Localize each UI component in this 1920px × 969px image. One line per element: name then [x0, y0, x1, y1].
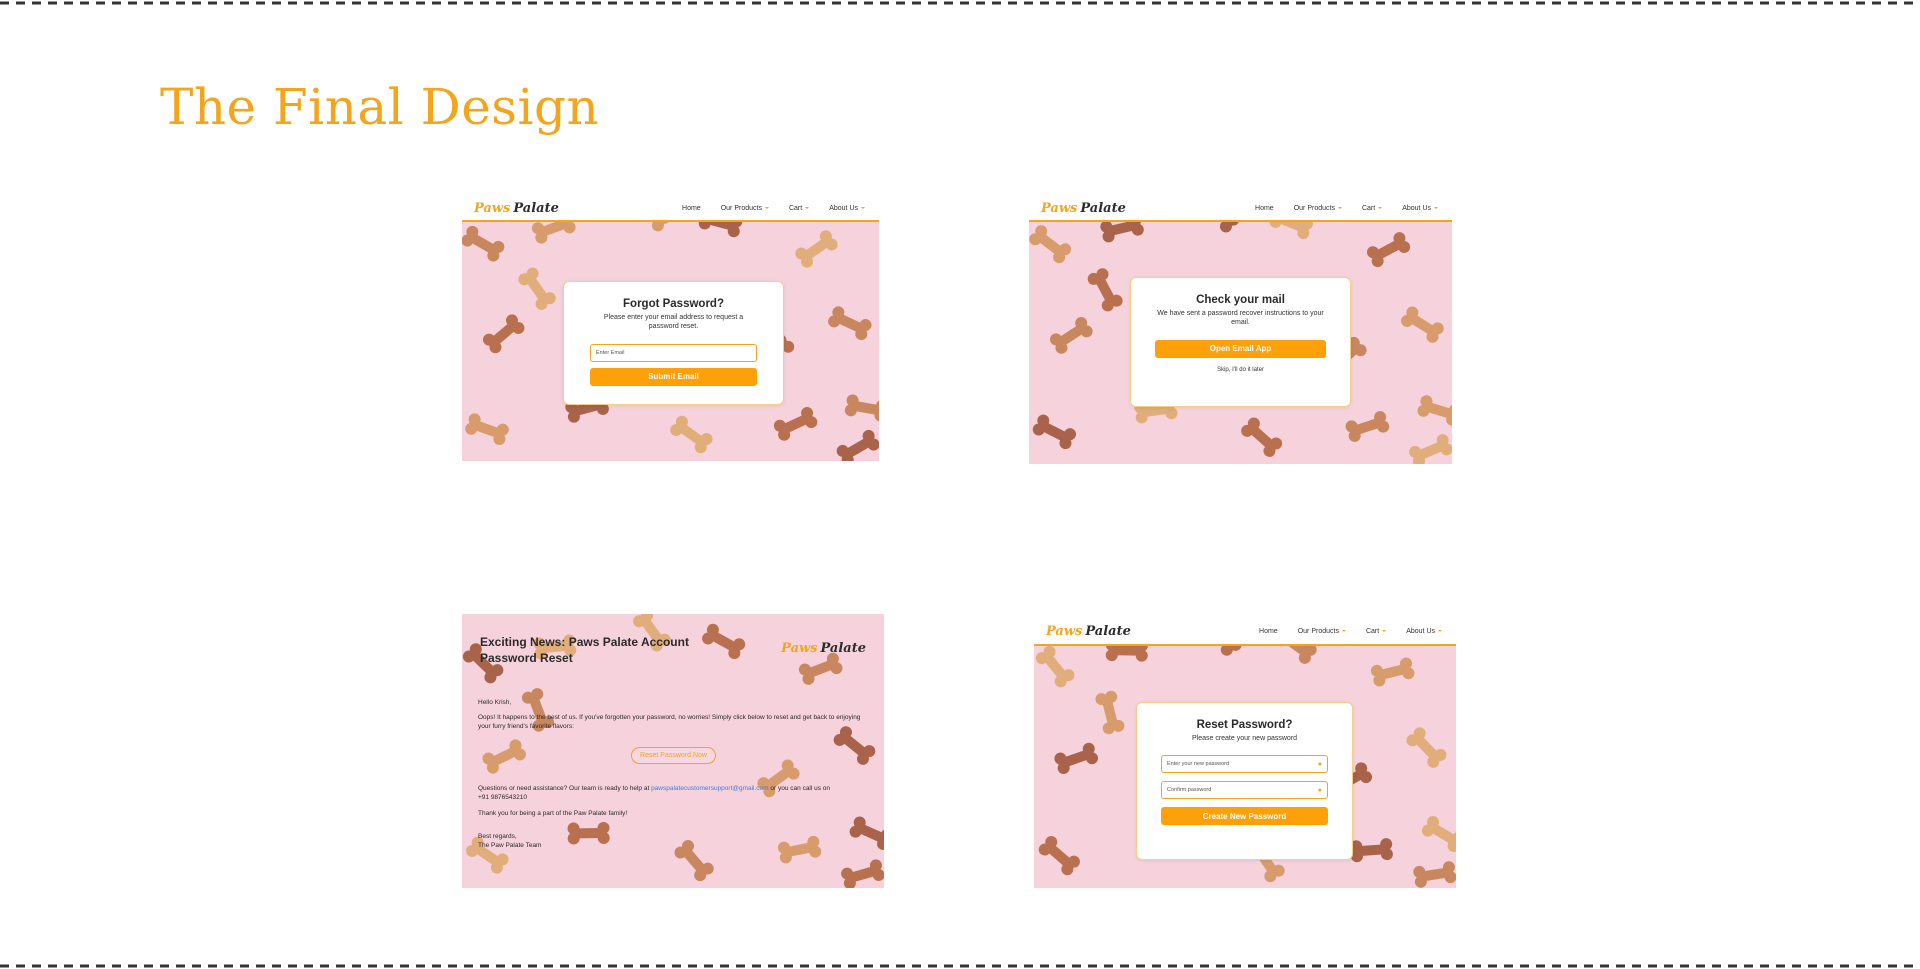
- bone-treat: [482, 739, 526, 774]
- submit-email-button[interactable]: Submit Email: [590, 367, 757, 386]
- support-phone: +91 9876543210: [478, 794, 527, 802]
- bone-treat: [1417, 395, 1452, 426]
- bone-treat: [1241, 417, 1283, 457]
- bone-treat: [518, 267, 556, 310]
- forgot-password-description: Please enter your email address to reque…: [603, 314, 744, 331]
- reset-email-screen: Exciting News: Paws Palate Account Passw…: [462, 614, 884, 888]
- bone-treat: [1095, 690, 1125, 735]
- email-signoff: Best regards,: [478, 833, 517, 841]
- chevron-down-icon: [764, 207, 769, 209]
- nav-cart[interactable]: Cart: [1366, 628, 1387, 635]
- bone-treat: [1087, 268, 1123, 312]
- skip-link[interactable]: Skip, I'll do it later: [1151, 366, 1330, 374]
- bone-treat: [844, 394, 879, 422]
- paws-palate-logo[interactable]: Paws Palate: [474, 201, 559, 216]
- nav-cart[interactable]: Cart: [789, 205, 810, 212]
- bone-treat: [1054, 742, 1099, 775]
- chevron-down-icon: [1337, 207, 1342, 209]
- page-title: The Final Design: [160, 78, 600, 136]
- email-greeting: Hello Krish,: [478, 699, 512, 706]
- confirm-password-input[interactable]: Confirm password ●: [1161, 781, 1328, 800]
- paws-palate-logo: Paws Palate: [781, 641, 866, 656]
- nav-cart[interactable]: Cart: [1362, 205, 1383, 212]
- nav-home[interactable]: Home: [1259, 628, 1278, 635]
- chevron-down-icon: [1382, 630, 1387, 632]
- bone-treat: [1401, 306, 1444, 343]
- email-thanks: Thank you for being a part of the Paw Pa…: [478, 810, 628, 818]
- bone-treat: [702, 623, 746, 660]
- bone-treat: [1029, 225, 1072, 264]
- bone-treat: [1049, 316, 1093, 354]
- bone-treat: [482, 314, 525, 354]
- bone-treat: [1350, 838, 1393, 863]
- eye-icon[interactable]: ●: [1318, 787, 1322, 794]
- reset-password-heading: Reset Password?: [1196, 719, 1293, 731]
- nav-home[interactable]: Home: [1255, 205, 1274, 212]
- bone-treat: [773, 407, 818, 441]
- open-email-app-button[interactable]: Open Email App: [1155, 339, 1326, 358]
- site-navbar: Paws Palate Home Our Products Cart About …: [1034, 618, 1456, 646]
- email-body: Oops! It happens to the best of us. If y…: [478, 714, 861, 731]
- nav-our-products[interactable]: Our Products: [1294, 205, 1342, 212]
- forgot-password-screen: Paws Palate Home Our Products Cart About …: [462, 196, 879, 461]
- bone-treat: [828, 306, 872, 341]
- forgot-password-card: Forgot Password? Please enter your email…: [563, 281, 784, 405]
- eye-icon[interactable]: ●: [1318, 761, 1322, 768]
- reset-password-description: Please create your new password: [1191, 735, 1298, 742]
- bone-treat: [1366, 232, 1411, 268]
- forgot-password-heading: Forgot Password?: [623, 298, 724, 310]
- create-new-password-button[interactable]: Create New Password: [1161, 807, 1328, 826]
- bone-treat: [836, 429, 879, 461]
- bone-treat: [1038, 835, 1080, 876]
- nav-about-us[interactable]: About Us: [1402, 205, 1438, 212]
- bone-treat: [1370, 657, 1415, 687]
- email-title: Exciting News: Paws Palate Account Passw…: [480, 635, 689, 666]
- bone-treat: [795, 230, 838, 268]
- bone-treat: [798, 652, 843, 685]
- bone-treat: [1413, 861, 1456, 888]
- chevron-down-icon: [861, 207, 865, 209]
- bone-treat: [670, 415, 713, 454]
- paws-palate-logo[interactable]: Paws Palate: [1046, 624, 1131, 639]
- check-mail-heading: Check your mail: [1196, 294, 1285, 306]
- chevron-down-icon: [1341, 630, 1346, 632]
- bone-treat: [465, 413, 509, 446]
- nav-home[interactable]: Home: [682, 205, 701, 212]
- email-team: The Paw Palate Team: [478, 842, 542, 850]
- nav-about-us[interactable]: About Us: [1406, 628, 1442, 635]
- bone-treat: [841, 859, 884, 888]
- check-mail-card: Check your mail We have sent a password …: [1130, 277, 1351, 407]
- bone-treat: [462, 225, 505, 262]
- email-help-text: Questions or need assistance? Our team i…: [478, 785, 831, 792]
- bone-treat: [1406, 727, 1447, 768]
- chevron-down-icon: [1434, 207, 1438, 209]
- site-navbar: Paws Palate Home Our Products Cart About …: [462, 196, 879, 222]
- top-dashed-border: [0, 0, 1920, 6]
- check-mail-description: We have sent a password recover instruct…: [1157, 310, 1324, 327]
- reset-password-screen: Paws Palate Home Our Products Cart About …: [1034, 618, 1456, 888]
- check-mail-screen: Paws Palate Home Our Products Cart About …: [1029, 196, 1452, 464]
- reset-password-card: Reset Password? Please create your new p…: [1136, 702, 1353, 860]
- new-password-input[interactable]: Enter your new password ●: [1161, 755, 1328, 774]
- chevron-down-icon: [1438, 630, 1442, 632]
- reset-password-now-button[interactable]: Reset Password Now: [631, 747, 716, 764]
- chevron-down-icon: [805, 207, 810, 209]
- site-navbar: Paws Palate Home Our Products Cart About …: [1029, 196, 1452, 222]
- bone-treat: [1345, 411, 1390, 442]
- bone-treat: [1032, 414, 1077, 450]
- bone-treat: [1035, 645, 1075, 688]
- nav-about-us[interactable]: About Us: [829, 205, 865, 212]
- bone-treat: [1421, 815, 1456, 853]
- support-email-link[interactable]: pawspalatecustomersupport@gmail.com: [651, 785, 769, 792]
- email-input[interactable]: Enter Email: [590, 343, 757, 362]
- paws-palate-logo[interactable]: Paws Palate: [1041, 201, 1126, 216]
- nav-our-products[interactable]: Our Products: [1298, 628, 1346, 635]
- chevron-down-icon: [1378, 207, 1383, 209]
- bottom-dashed-border: [0, 963, 1920, 969]
- bone-treat: [1409, 434, 1452, 464]
- nav-our-products[interactable]: Our Products: [721, 205, 769, 212]
